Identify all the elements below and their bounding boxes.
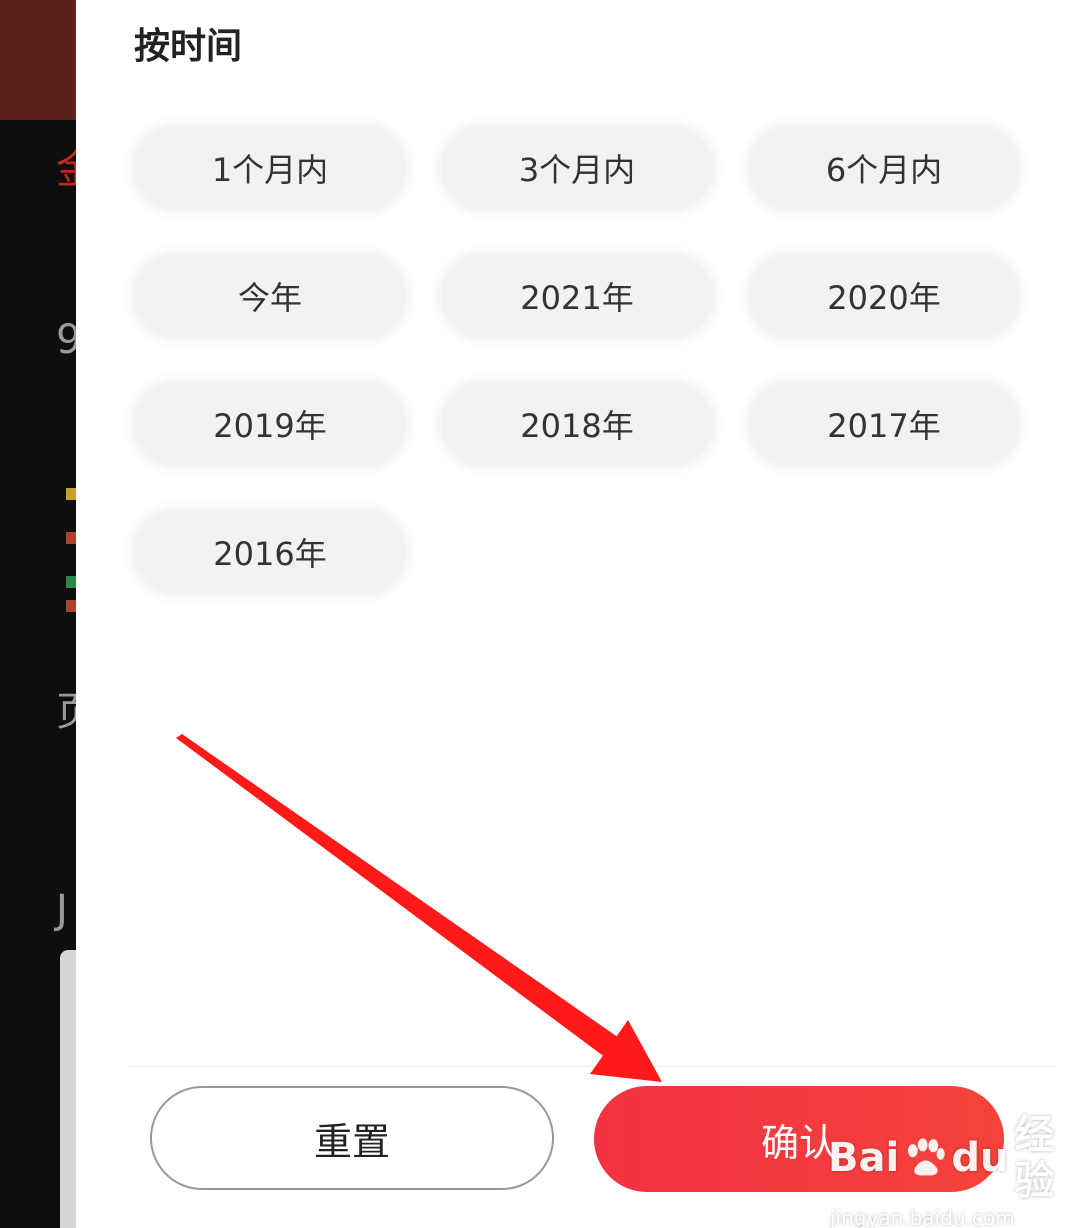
filter-chip-this-year[interactable]: 今年 [134,254,406,338]
chip-label: 今年 [237,279,302,317]
background-text-fragment: J [56,887,68,933]
filter-chip-2020[interactable]: 2020年 [748,254,1020,338]
background-tag [66,576,76,588]
watermark-url: jingyan.baidu.com [830,1206,1015,1228]
filter-chip-2019[interactable]: 2019年 [134,382,406,466]
filter-chip-3-months[interactable]: 3个月内 [441,126,713,210]
filter-chip-2018[interactable]: 2018年 [441,382,713,466]
reset-button[interactable]: 重置 [150,1086,554,1190]
watermark-brand-a: Bai [828,1135,900,1181]
chip-label: 6个月内 [825,151,943,189]
watermark-logo: Bai du 经验 [828,1112,1080,1204]
chip-label: 2021年 [520,279,634,317]
chip-label: 3个月内 [518,151,636,189]
paw-icon [908,1138,945,1176]
chip-label: 2016年 [213,535,327,573]
filter-chip-6-months[interactable]: 6个月内 [748,126,1020,210]
background-tag [66,488,76,500]
chip-label: 2018年 [520,407,634,445]
background-header [0,0,80,120]
chip-label: 1个月内 [211,151,329,189]
footer-divider [128,1066,1056,1067]
chip-label: 2017年 [827,407,941,445]
background-tag [66,600,76,612]
filter-chip-2017[interactable]: 2017年 [748,382,1020,466]
filter-chip-2016[interactable]: 2016年 [134,510,406,594]
background-tag [66,532,76,544]
watermark-brand-c: 经验 [1014,1112,1055,1204]
chip-label: 2019年 [213,407,327,445]
time-filter-panel: 按时间 1个月内 3个月内 6个月内 今年 2021年 2020年 2019年 … [76,0,1080,1228]
filter-chip-1-month[interactable]: 1个月内 [134,126,406,210]
chip-label: 2020年 [827,279,941,317]
baidu-watermark: Bai du 经验 jingyan.baidu.com [828,1112,1080,1228]
screen: 金 9 页 J 按时间 1个月内 3个月内 6个月内 今年 2021年 2020… [0,0,1080,1228]
filter-chip-2021[interactable]: 2021年 [441,254,713,338]
watermark-brand-b: du [951,1135,1009,1181]
section-title: 按时间 [134,26,243,67]
